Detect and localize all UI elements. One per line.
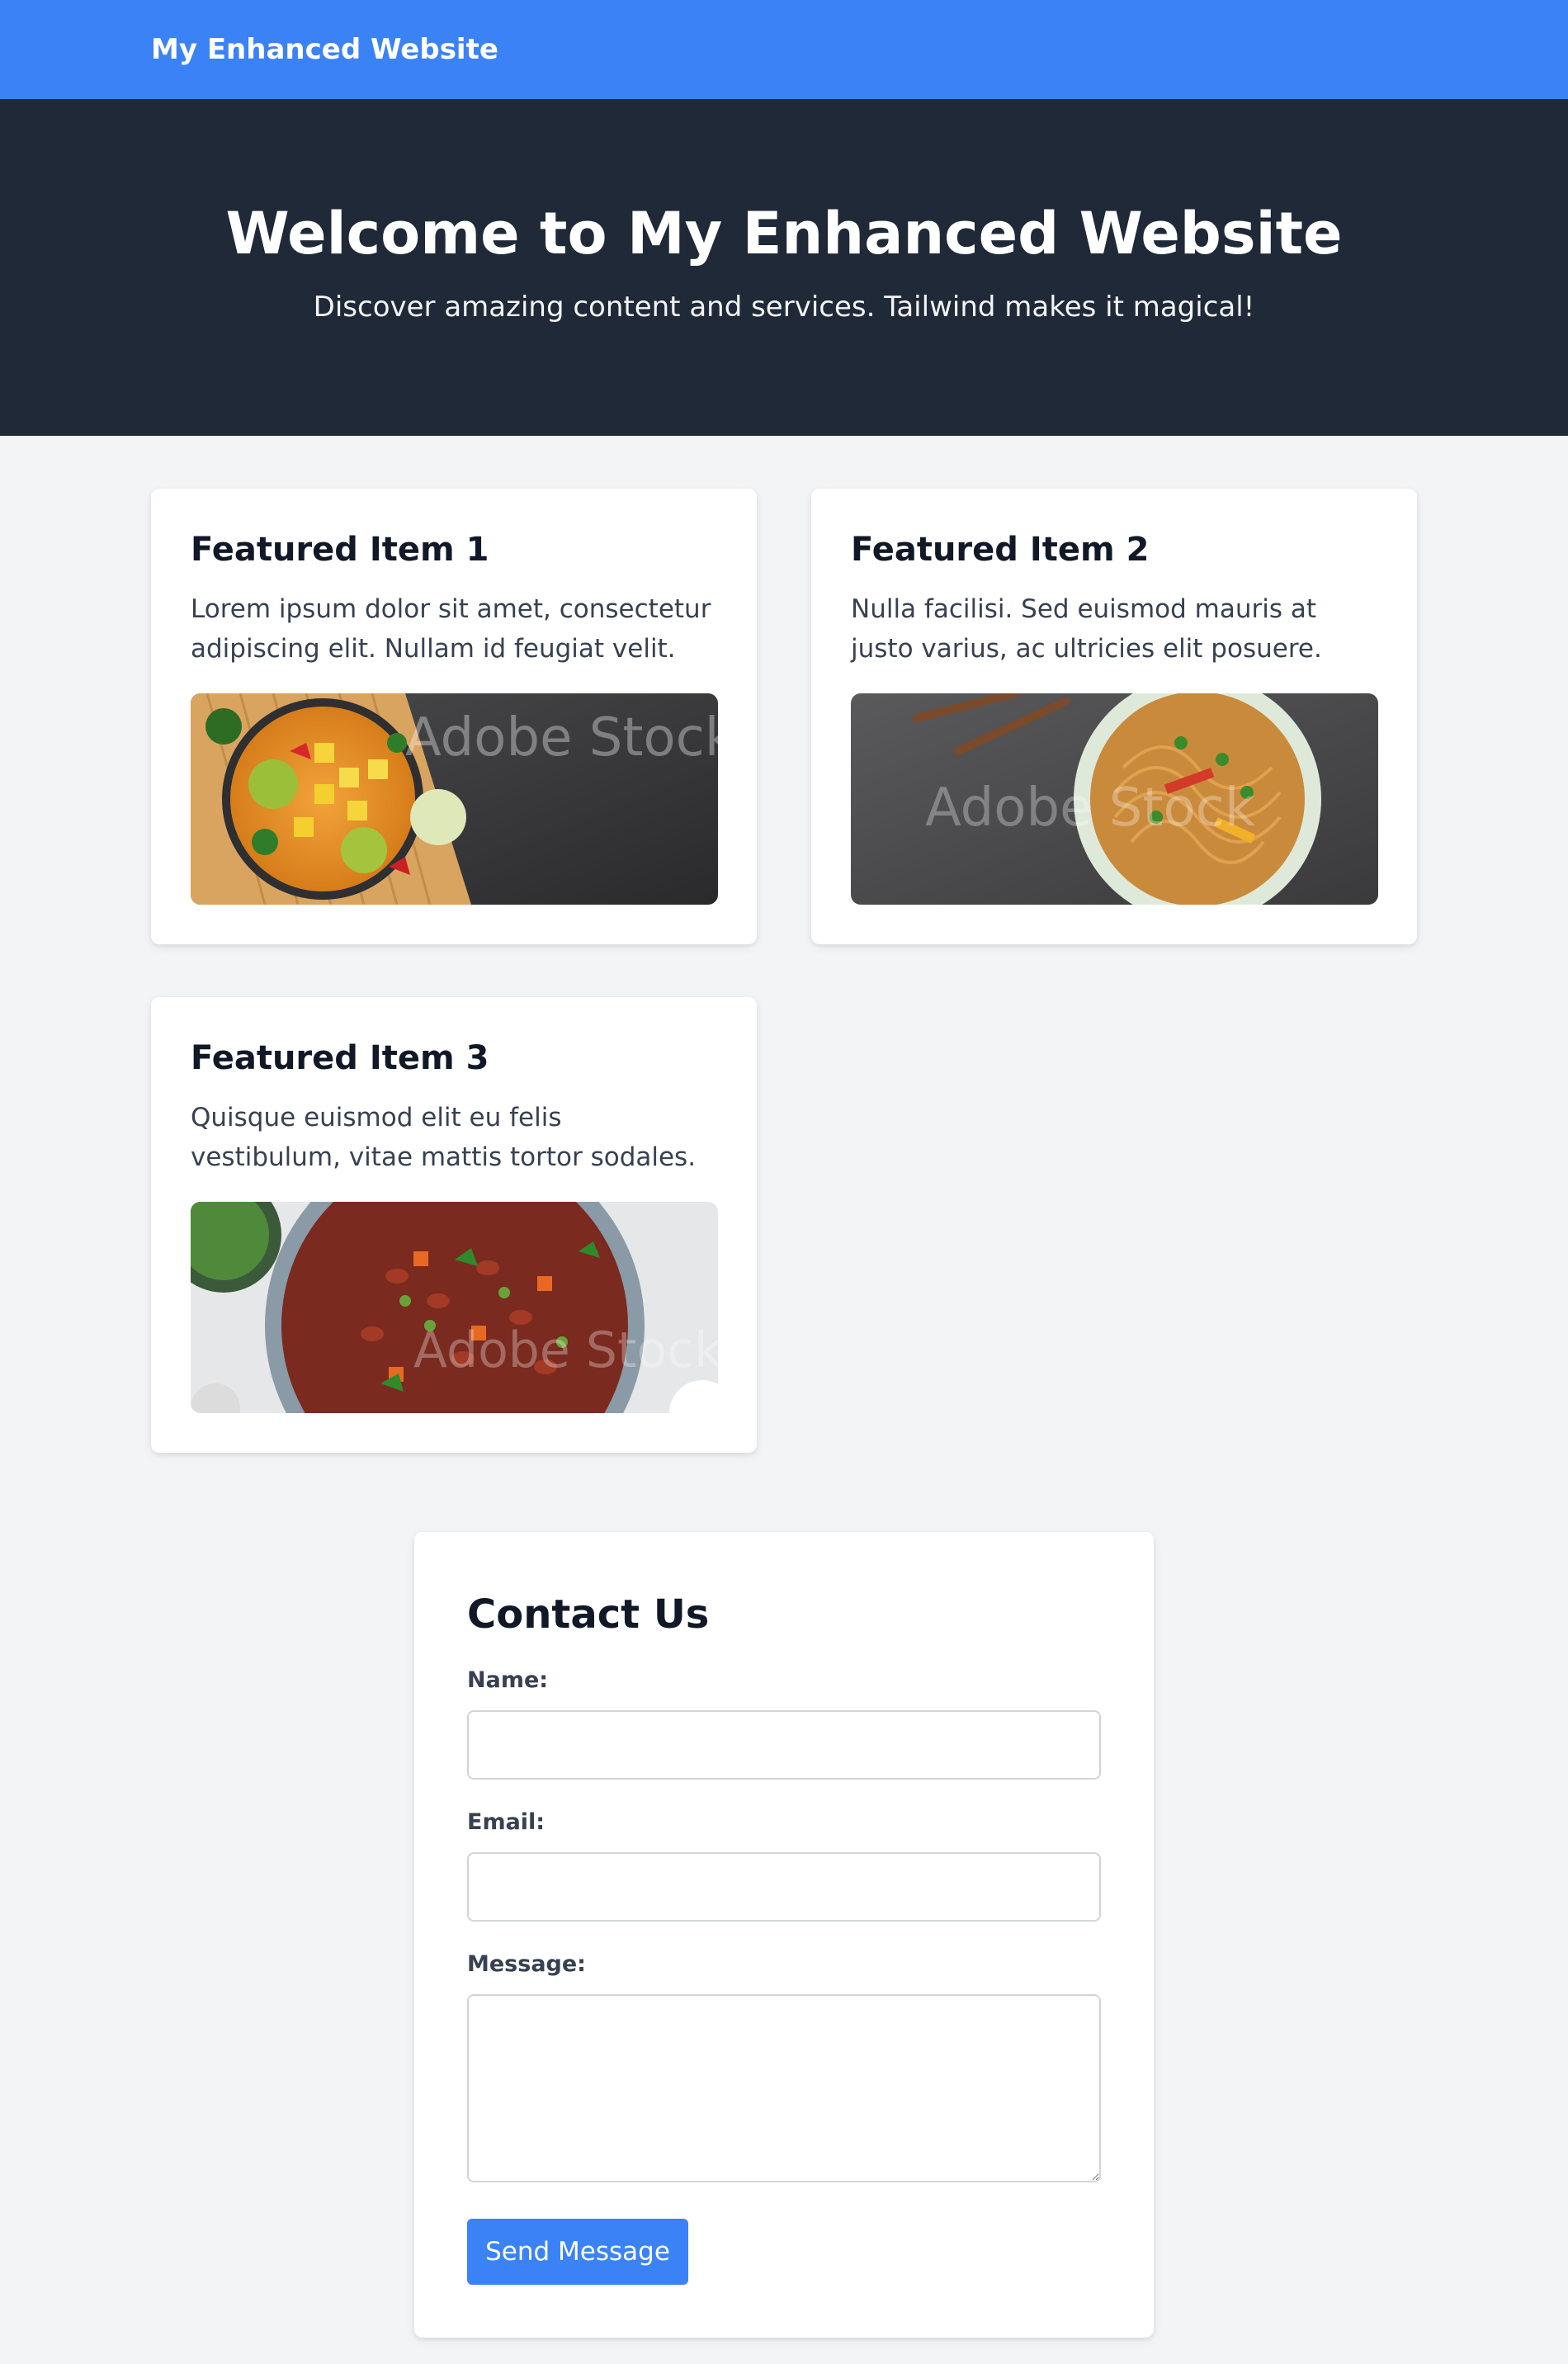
hero-section: Welcome to My Enhanced Website Discover … [0,99,1568,436]
message-label: Message: [467,1951,586,1977]
email-label: Email: [467,1809,545,1835]
contact-form-card: Contact Us Name: Email: Message: Send Me… [414,1532,1154,2338]
feature-card-2: Featured Item 2 Nulla facilisi. Sed euis… [811,489,1417,944]
feature-card-3: Featured Item 3 Quisque euismod elit eu … [151,997,757,1453]
feature-card-title: Featured Item 1 [191,531,489,569]
email-input[interactable] [467,1852,1101,1922]
feature-card-title: Featured Item 3 [191,1039,489,1077]
feature-card-text: Lorem ipsum dolor sit amet, consectetur … [191,594,711,664]
svg-text:Adobe Stock: Adobe Stock [925,778,1255,839]
send-message-button[interactable]: Send Message [467,2219,688,2285]
feature-card-text: Nulla facilisi. Sed euismod mauris at ju… [851,594,1322,664]
contact-title: Contact Us [467,1591,710,1638]
feature-card-text: Quisque euismod elit eu felis vestibulum… [191,1103,697,1172]
hero-title: Welcome to My Enhanced Website [225,200,1343,267]
curry-bowl-image: Adobe Stock [191,693,718,905]
hero-subtitle: Discover amazing content and services. T… [313,291,1255,324]
svg-text:Adobe Stock: Adobe Stock [413,1321,718,1379]
top-navbar: My Enhanced Website [0,0,1568,99]
message-textarea[interactable] [467,1994,1101,2182]
noodles-bowl-image: Adobe Stock [851,693,1378,905]
feature-card-1: Featured Item 1 Lorem ipsum dolor sit am… [151,489,757,944]
bean-stew-image: Adobe Stock [191,1202,718,1413]
brand-link[interactable]: My Enhanced Website [151,0,498,99]
feature-card-title: Featured Item 2 [851,531,1150,569]
name-input[interactable] [467,1710,1101,1780]
name-label: Name: [467,1667,549,1693]
svg-text:Adobe Stock: Adobe Stock [405,707,718,768]
